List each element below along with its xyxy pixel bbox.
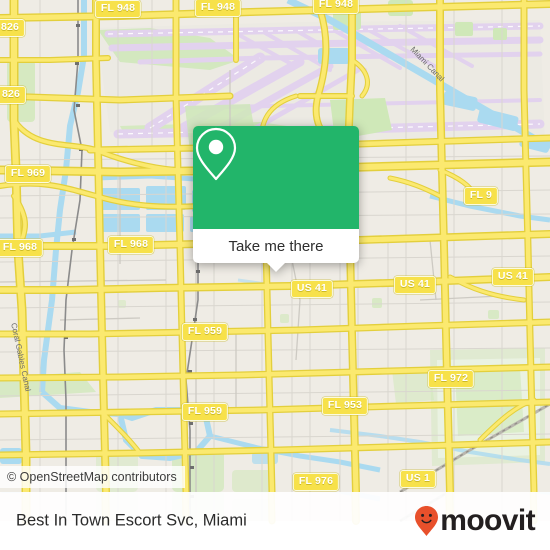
- moovit-logo[interactable]: moovit: [414, 504, 536, 537]
- map-screenshot: Miami Canal Coral Gables Canal 826 FL 948 F…: [0, 0, 550, 550]
- callout-label: Take me there: [228, 237, 324, 255]
- highway-shield: FL 976: [292, 473, 340, 491]
- highway-shield: FL 969: [4, 165, 52, 183]
- highway-shield: FL 953: [321, 397, 369, 415]
- highway-shield: FL 968: [107, 236, 155, 254]
- moovit-smiley-pin-icon: [415, 506, 439, 536]
- highway-shield: 826: [0, 86, 27, 104]
- map-attribution[interactable]: © OpenStreetMap contributors: [0, 466, 185, 488]
- place-title: Best In Town Escort Svc, Miami: [16, 511, 247, 530]
- highway-shield: FL 968: [0, 239, 44, 257]
- callout-action[interactable]: Take me there: [193, 229, 359, 263]
- footer-bar: Best In Town Escort Svc, Miami moovit: [0, 492, 550, 550]
- highway-shield: US 41: [393, 276, 437, 294]
- highway-shield: US 41: [491, 268, 535, 286]
- highway-shield: US 1: [399, 470, 437, 488]
- highway-shield: FL 948: [194, 0, 242, 17]
- callout-tail: [266, 262, 286, 272]
- moovit-wordmark: moovit: [440, 504, 535, 537]
- highway-shield: FL 959: [181, 323, 229, 341]
- highway-shield: FL 972: [427, 370, 475, 388]
- highway-shield: FL 959: [181, 403, 229, 421]
- highway-shield: FL 948: [94, 0, 142, 18]
- map-pin-icon: [195, 127, 237, 181]
- map-canvas[interactable]: Miami Canal Coral Gables Canal 826 FL 948 F…: [0, 0, 550, 492]
- highway-shield: FL 948: [312, 0, 360, 14]
- highway-shield: FL 9: [463, 187, 499, 205]
- highway-shield: 826: [0, 19, 26, 37]
- callout-header: [193, 126, 359, 229]
- highway-shield: US 41: [290, 280, 334, 298]
- take-me-there-callout[interactable]: Take me there: [193, 126, 359, 272]
